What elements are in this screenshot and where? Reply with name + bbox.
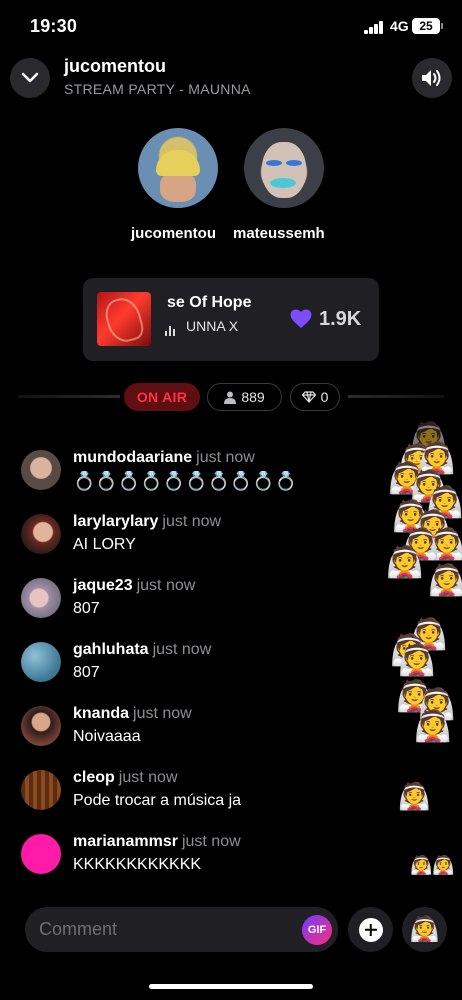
username-text: cleop: [73, 769, 115, 786]
host-avatar-jucomentou[interactable]: [138, 128, 218, 208]
album-cover: [97, 292, 151, 346]
chat-text: 807: [73, 664, 100, 681]
reaction-button[interactable]: 👰: [402, 907, 447, 952]
room-subtitle: STREAM PARTY - MAUNNA: [64, 81, 251, 97]
track-title-marquee: se Of Hope: [151, 294, 261, 316]
gif-button[interactable]: GIF: [302, 915, 332, 945]
chat-timestamp: just now: [196, 449, 255, 466]
avatar-face: [160, 172, 196, 202]
person-icon: [224, 391, 237, 404]
avatar[interactable]: [21, 642, 61, 682]
host-name[interactable]: jucomentou: [131, 225, 216, 242]
track-title: se Of Hope: [167, 294, 252, 311]
track-artist: UNNA X: [186, 318, 239, 334]
viewer-count: 889: [241, 389, 265, 405]
avatar-face: [262, 142, 306, 198]
avatar[interactable]: [21, 578, 61, 618]
cellular-signal-icon: [364, 21, 384, 34]
chat-message: gahluhata just now 807: [20, 641, 380, 697]
username-text: jaque23: [73, 577, 133, 594]
chat-username[interactable]: marianammsr just now: [73, 833, 241, 851]
battery-icon: 25: [412, 18, 443, 34]
avatar-eye: [286, 160, 302, 166]
status-bar: 19:30 4G 25: [0, 0, 462, 54]
username-text: larylarylary: [73, 513, 159, 530]
comment-composer: GIF: [25, 907, 338, 952]
heart-icon[interactable]: [290, 309, 312, 329]
avatar[interactable]: [21, 706, 61, 746]
avatar[interactable]: [21, 834, 61, 874]
bride-emoji-reaction: 👰: [386, 546, 424, 579]
host-avatar-mateussemh[interactable]: [244, 128, 324, 208]
chat-message: larylarylary just now AI LORY: [20, 513, 380, 569]
avatar-eye: [266, 160, 282, 166]
avatar-cap: [156, 150, 200, 176]
add-button[interactable]: [348, 907, 393, 952]
chat-timestamp: just now: [152, 641, 212, 658]
collapse-button[interactable]: [10, 58, 50, 98]
bride-emoji-reaction: 👰: [414, 710, 452, 743]
chat-message: cleop just now Pode trocar a música ja: [20, 769, 380, 825]
chat-username[interactable]: gahluhata just now: [73, 641, 211, 659]
username-text: mundodaariane: [73, 449, 193, 466]
chat-timestamp: just now: [133, 705, 192, 722]
status-time: 19:30: [30, 16, 78, 36]
plus-circle-icon: [358, 917, 383, 942]
chat-message: mundodaariane just now 💍💍💍💍💍💍💍💍💍💍: [20, 449, 380, 505]
chat-text: KKKKKKKKKKKK: [73, 856, 202, 873]
battery-level: 25: [419, 19, 433, 33]
diamond-icon: [301, 391, 316, 403]
bride-emoji-icon: 👰: [409, 916, 440, 943]
equalizer-icon: [165, 326, 177, 336]
chat-text: AI LORY: [73, 536, 136, 553]
chat-timestamp: just now: [162, 513, 222, 530]
username-text: knanda: [73, 705, 130, 722]
speaker-icon: [422, 70, 441, 86]
room-host-title: jucomentou: [64, 56, 166, 76]
chat-username[interactable]: cleop just now: [73, 769, 178, 787]
divider: [348, 395, 444, 398]
divider: [18, 395, 120, 398]
gem-count-pill[interactable]: 0: [290, 383, 340, 411]
chat-message: marianammsr just now KKKKKKKKKKKK: [20, 833, 380, 889]
chat-timestamp: just now: [136, 577, 196, 594]
username-text: marianammsr: [73, 833, 178, 850]
username-text: gahluhata: [73, 641, 149, 658]
chevron-down-icon: [21, 72, 39, 83]
chat-message: knanda just now Noivaaaa: [20, 705, 380, 761]
chat-username[interactable]: larylarylary just now: [73, 513, 221, 531]
avatar[interactable]: [21, 770, 61, 810]
chat-username[interactable]: jaque23 just now: [73, 577, 195, 595]
chat-text: 807: [73, 600, 100, 617]
bride-emoji-reaction: 👰👰: [410, 855, 455, 875]
bride-emoji-reaction: 👰: [428, 564, 462, 597]
chat-text: Pode trocar a música ja: [73, 792, 242, 809]
chat-text: 💍💍💍💍💍💍💍💍💍💍: [73, 471, 298, 491]
home-indicator[interactable]: [149, 984, 313, 989]
like-count: 1.9K: [319, 308, 362, 330]
chat-text: Noivaaaa: [73, 728, 141, 745]
comment-input[interactable]: [39, 917, 289, 941]
chat-username[interactable]: mundodaariane just now: [73, 449, 255, 467]
sound-toggle-button[interactable]: [412, 58, 452, 98]
avatar[interactable]: [21, 450, 61, 490]
network-type: 4G: [390, 18, 409, 34]
bride-emoji-reaction: 👰: [398, 644, 436, 677]
gem-count: 0: [320, 389, 329, 405]
bride-emoji-reaction: 👰: [398, 781, 431, 811]
now-playing-card[interactable]: se Of Hope UNNA X 1.9K: [83, 278, 379, 361]
chat-username[interactable]: knanda just now: [73, 705, 192, 723]
chat-timestamp: just now: [181, 833, 241, 850]
chat-message: jaque23 just now 807: [20, 577, 380, 633]
avatar[interactable]: [21, 514, 61, 554]
chat-timestamp: just now: [118, 769, 178, 786]
viewer-count-pill[interactable]: 889: [207, 383, 282, 411]
avatar-lips: [270, 178, 296, 188]
on-air-badge: ON AIR: [124, 383, 200, 411]
host-name[interactable]: mateussemh: [233, 225, 325, 242]
